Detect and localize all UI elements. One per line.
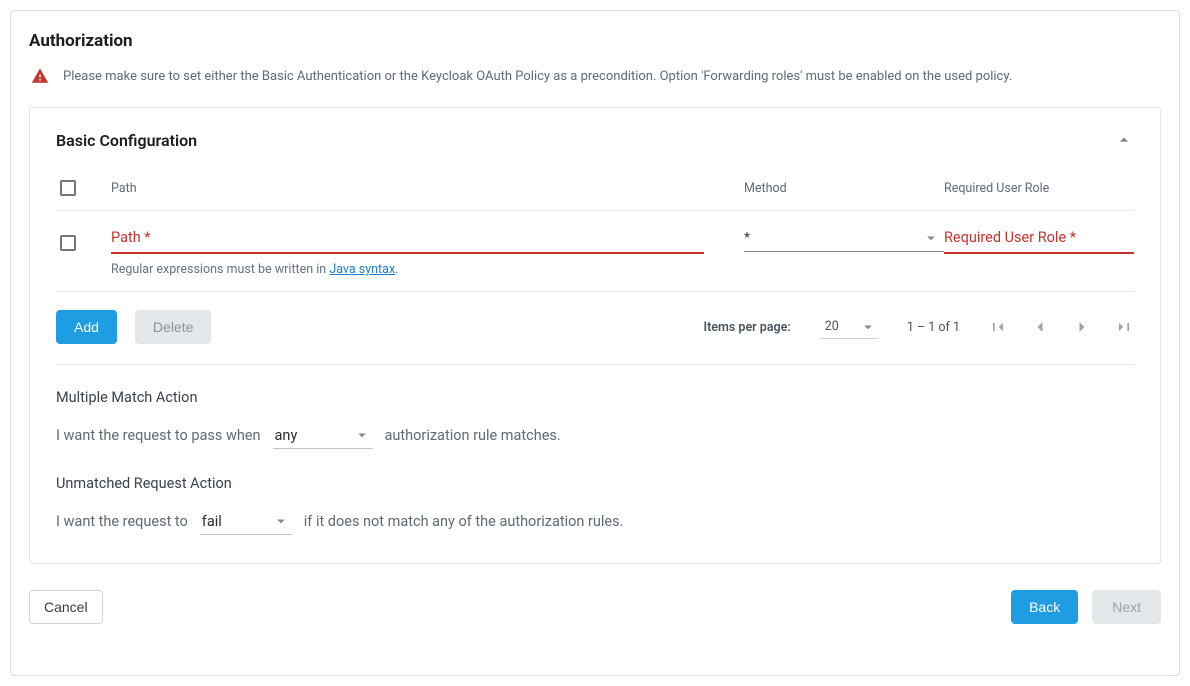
paginator: Items per page: 20 1 – 1 of 1	[704, 316, 1134, 339]
collapse-icon[interactable]	[1114, 130, 1134, 150]
multiple-match-title: Multiple Match Action	[56, 389, 1134, 406]
um-suffix: if it does not match any of the authoriz…	[304, 513, 624, 530]
path-label: Path *	[111, 229, 151, 246]
mm-suffix: authorization rule matches.	[385, 427, 561, 444]
multiple-match-section: Multiple Match Action I want the request…	[56, 364, 1134, 449]
mm-prefix: I want the request to pass when	[56, 427, 261, 444]
multiple-match-select[interactable]: any	[273, 426, 373, 449]
chevron-down-icon	[353, 426, 371, 444]
rule-row: Path * Regular expressions must be writt…	[56, 211, 1134, 292]
path-input[interactable]: Path *	[111, 229, 704, 254]
authorization-panel: Authorization Please make sure to set ei…	[10, 10, 1180, 676]
last-page-icon[interactable]	[1114, 317, 1134, 337]
chevron-down-icon	[859, 318, 877, 336]
path-helper: Regular expressions must be written in J…	[111, 262, 704, 277]
unmatched-select[interactable]: fail	[200, 512, 292, 535]
add-button[interactable]: Add	[56, 310, 117, 344]
wizard-footer: Cancel Back Next	[29, 590, 1161, 624]
first-page-icon[interactable]	[988, 317, 1008, 337]
unmatched-section: Unmatched Request Action I want the requ…	[56, 475, 1134, 535]
precondition-alert: Please make sure to set either the Basic…	[29, 67, 1161, 85]
um-prefix: I want the request to	[56, 513, 188, 530]
warning-icon	[31, 67, 49, 85]
back-button[interactable]: Back	[1011, 590, 1078, 624]
card-title: Basic Configuration	[56, 131, 197, 150]
column-method: Method	[744, 181, 944, 196]
role-label: Required User Role *	[944, 229, 1076, 246]
column-path: Path	[111, 181, 744, 196]
prev-page-icon[interactable]	[1030, 317, 1050, 337]
next-button: Next	[1092, 590, 1161, 624]
role-input[interactable]: Required User Role *	[944, 229, 1134, 254]
row-checkbox[interactable]	[60, 235, 76, 251]
method-value: *	[744, 230, 750, 246]
chevron-down-icon	[272, 512, 290, 530]
java-syntax-link[interactable]: Java syntax	[329, 262, 395, 277]
cancel-button[interactable]: Cancel	[29, 590, 103, 624]
page-title: Authorization	[29, 31, 1161, 51]
select-all-checkbox[interactable]	[60, 180, 76, 196]
next-page-icon[interactable]	[1072, 317, 1092, 337]
unmatched-title: Unmatched Request Action	[56, 475, 1134, 492]
alert-text: Please make sure to set either the Basic…	[63, 69, 1012, 84]
column-role: Required User Role	[944, 181, 1134, 196]
basic-configuration-card: Basic Configuration Path Method Required…	[29, 107, 1161, 564]
page-range: 1 – 1 of 1	[907, 320, 960, 335]
items-per-page-label: Items per page:	[704, 320, 791, 335]
delete-button: Delete	[135, 310, 211, 344]
method-select[interactable]: *	[744, 229, 944, 252]
rules-table-header: Path Method Required User Role	[56, 180, 1134, 211]
chevron-down-icon	[922, 229, 940, 247]
page-size-select[interactable]: 20	[819, 316, 879, 339]
